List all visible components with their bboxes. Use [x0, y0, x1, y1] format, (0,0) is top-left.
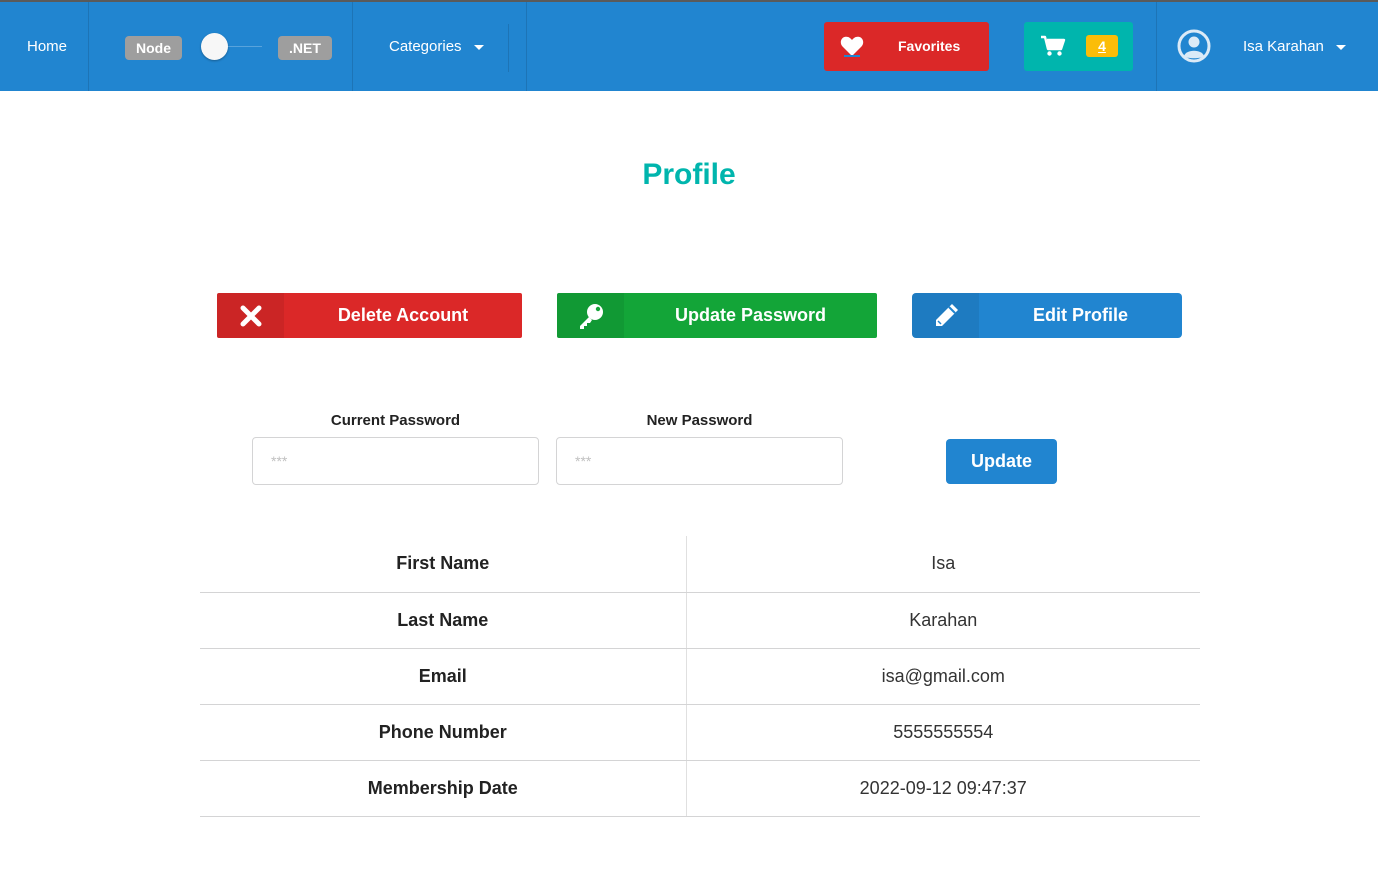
- nav-divider: [352, 2, 353, 91]
- favorites-button[interactable]: Favorites: [824, 22, 989, 71]
- heart-icon: [840, 35, 864, 60]
- field-label: Email: [200, 648, 687, 705]
- nav-divider: [1156, 2, 1157, 91]
- field-value: isa@gmail.com: [686, 648, 1200, 705]
- nav-home-link[interactable]: Home: [27, 38, 67, 55]
- cart-button[interactable]: 4: [1024, 22, 1133, 71]
- top-navbar: Home Node .NET Categories Favorites 4 Is…: [0, 0, 1378, 91]
- times-icon: [217, 293, 284, 338]
- field-value: Karahan: [686, 592, 1200, 649]
- field-value: Isa: [686, 536, 1200, 593]
- update-password-label: Update Password: [674, 305, 827, 325]
- user-circle-icon[interactable]: [1177, 29, 1211, 68]
- key-icon: [557, 293, 624, 338]
- table-row: Phone Number 5555555554: [200, 704, 1200, 761]
- field-label: Last Name: [200, 592, 687, 649]
- update-password-button[interactable]: Update Password: [557, 293, 877, 338]
- chevron-down-icon: [473, 44, 484, 50]
- backend-toggle[interactable]: [201, 33, 228, 60]
- field-value: 5555555554: [686, 704, 1200, 761]
- new-password-label: New Password: [646, 412, 753, 429]
- cart-count-badge: 4: [1086, 35, 1118, 57]
- current-password-input[interactable]: [252, 437, 539, 485]
- nav-divider: [508, 24, 509, 72]
- new-password-input[interactable]: [556, 437, 843, 485]
- profile-table: First Name Isa Last Name Karahan Email i…: [200, 536, 1200, 817]
- edit-profile-button[interactable]: Edit Profile: [912, 293, 1182, 338]
- nav-divider: [88, 2, 89, 91]
- field-value: 2022-09-12 09:47:37: [686, 760, 1200, 817]
- current-password-label: Current Password: [330, 412, 461, 429]
- field-label: First Name: [200, 536, 687, 593]
- delete-account-button[interactable]: Delete Account: [217, 293, 522, 338]
- table-row: First Name Isa: [200, 536, 1200, 593]
- user-menu-dropdown[interactable]: Isa Karahan: [1243, 38, 1346, 55]
- categories-label: Categories: [389, 38, 462, 55]
- field-label: Membership Date: [200, 760, 687, 817]
- update-password-submit-button[interactable]: Update: [946, 439, 1057, 484]
- field-label: Phone Number: [200, 704, 687, 761]
- nav-divider: [526, 2, 527, 91]
- table-row: Last Name Karahan: [200, 592, 1200, 649]
- toggle-label-node: Node: [125, 36, 182, 60]
- edit-profile-label: Edit Profile: [1032, 305, 1128, 325]
- pencil-icon: [912, 293, 979, 338]
- categories-dropdown[interactable]: Categories: [389, 38, 484, 55]
- table-row: Email isa@gmail.com: [200, 648, 1200, 705]
- favorites-label: Favorites: [898, 38, 961, 54]
- delete-account-label: Delete Account: [337, 305, 469, 325]
- user-name-label: Isa Karahan: [1243, 38, 1324, 55]
- page-title: Profile: [642, 158, 736, 191]
- table-row: Membership Date 2022-09-12 09:47:37: [200, 760, 1200, 817]
- toggle-label-dotnet: .NET: [278, 36, 332, 60]
- cart-icon: [1040, 35, 1066, 62]
- chevron-down-icon: [1335, 44, 1346, 50]
